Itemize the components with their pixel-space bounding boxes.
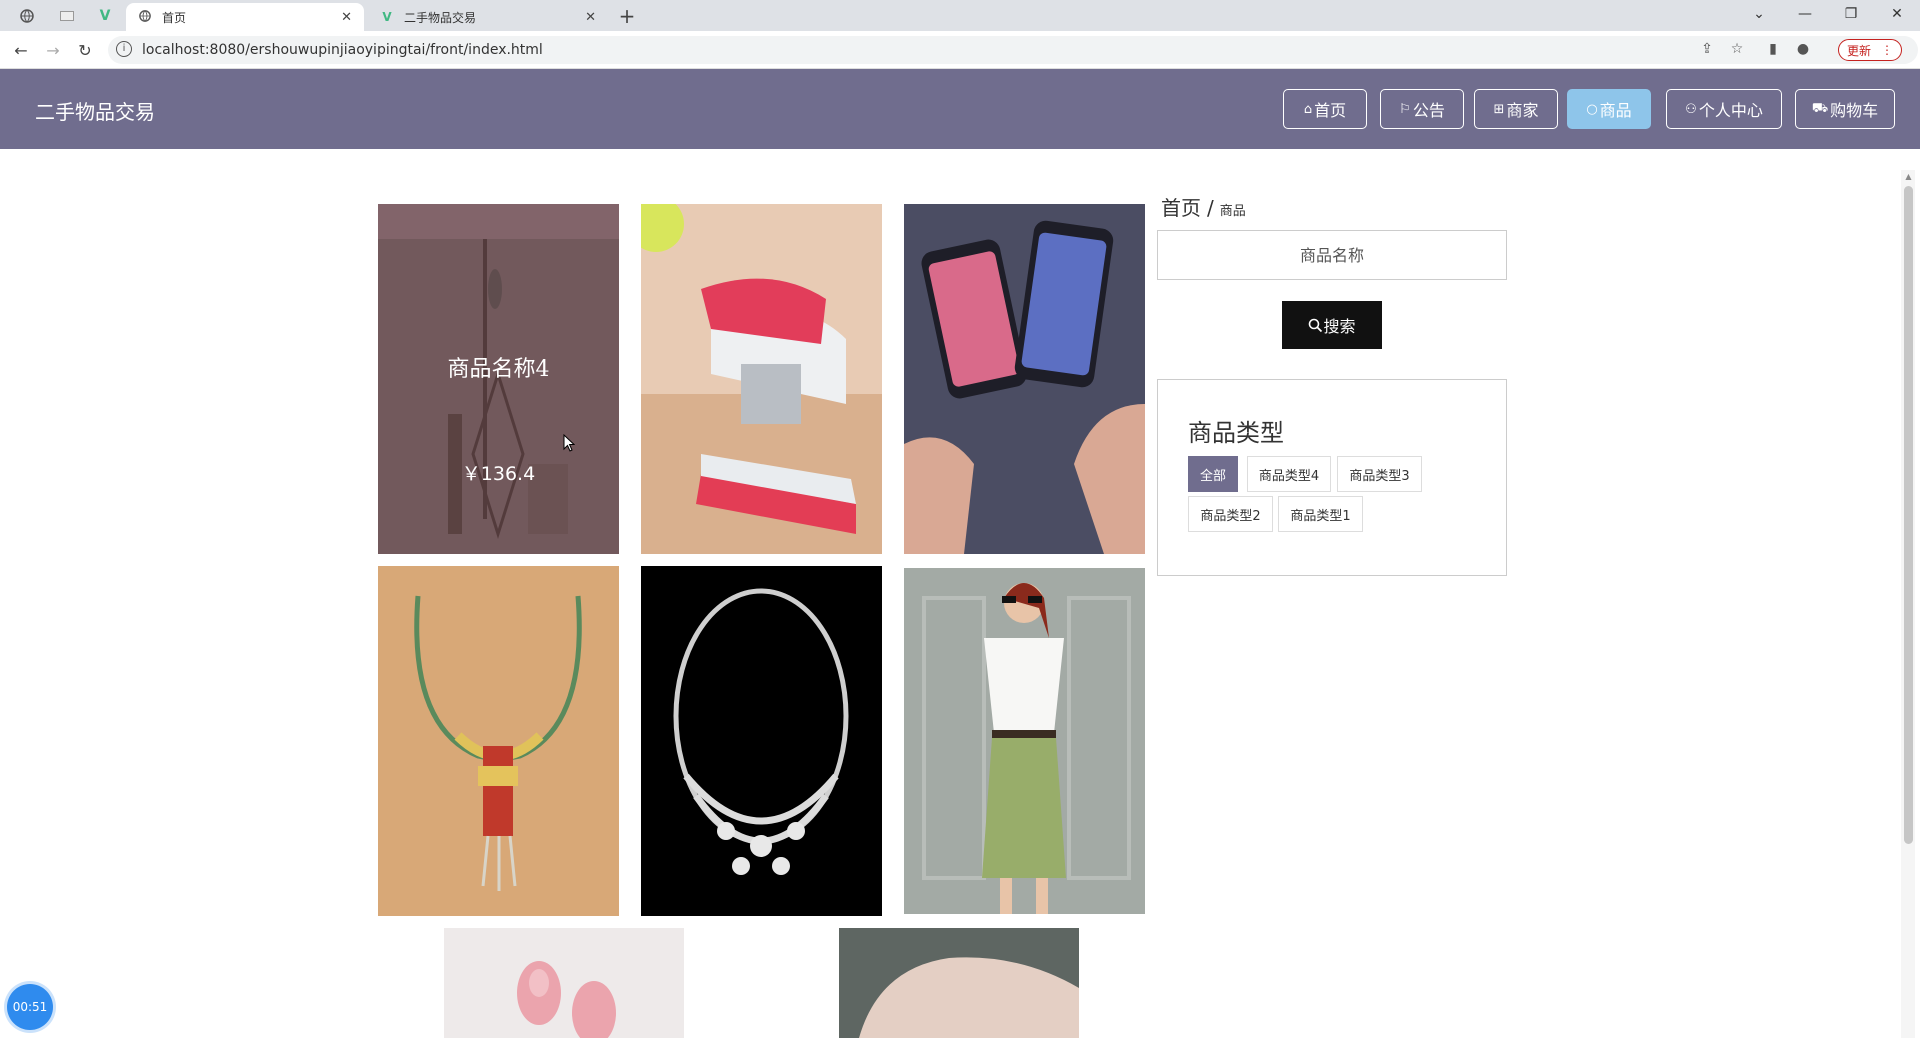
breadcrumb-current: 商品 (1219, 204, 1246, 219)
site-header: 二手物品交易 ⌂ 首页 ⚐ 公告 ⊞ 商家 ○ 商品 ⚇ 个人中心 ⛟ 购物车 (0, 69, 1920, 149)
reload-icon: ↻ (78, 40, 92, 60)
category-chip[interactable]: 商品类型1 (1278, 496, 1363, 532)
product-card[interactable] (904, 204, 1145, 554)
product-price: ￥136.4 (461, 463, 536, 485)
restore-icon: ❐ (1844, 6, 1858, 22)
product-image (839, 928, 1079, 1038)
product-card[interactable] (444, 928, 684, 1038)
tab-search-button[interactable]: ⌄ (1736, 0, 1782, 28)
product-image (378, 566, 619, 916)
restore-button[interactable]: ❐ (1828, 0, 1874, 28)
home-icon: ⌂ (1303, 101, 1313, 117)
site-title: 二手物品交易 (35, 100, 155, 124)
sidebar-icon[interactable]: ▮ (1762, 41, 1784, 59)
tab-title: 二手物品交易 (404, 10, 477, 25)
star-icon[interactable]: ☆ (1726, 41, 1748, 59)
nav-profile[interactable]: ⚇ 个人中心 (1666, 89, 1782, 129)
nav-products[interactable]: ○ 商品 (1567, 89, 1651, 129)
pinned-tab-globe[interactable] (12, 4, 42, 28)
scroll-up-arrow-icon[interactable]: ▲ (1904, 172, 1913, 181)
category-chip[interactable]: 商品类型4 (1247, 456, 1331, 492)
search-input[interactable] (1157, 230, 1507, 280)
tab-home[interactable]: 首页 ✕ (126, 3, 364, 31)
nav-label: 购物车 (1830, 101, 1879, 120)
product-card[interactable] (378, 566, 619, 916)
nav-label: 商品 (1599, 101, 1632, 120)
category-chip-all[interactable]: 全部 (1188, 456, 1238, 492)
new-tab-button[interactable]: + (613, 3, 641, 29)
page-icon (60, 11, 74, 21)
info-icon[interactable]: i (116, 41, 132, 57)
nav-label: 个人中心 (1698, 101, 1763, 120)
browser-tab-bar: V 首页 ✕ V 二手物品交易 ✕ + ⌄ — ❐ ✕ (0, 0, 1920, 31)
search-button[interactable]: 搜索 (1282, 301, 1382, 349)
product-image (641, 566, 882, 916)
page-scrollbar-thumb[interactable] (1904, 186, 1913, 844)
minimize-icon: — (1798, 6, 1812, 22)
product-card[interactable] (641, 204, 882, 554)
nav-merchant[interactable]: ⊞ 商家 (1474, 89, 1558, 129)
url-text: localhost:8080/ershouwupinjiaoyipingtai/… (142, 42, 543, 58)
pinned-tab-blank[interactable] (52, 4, 82, 28)
nav-label: 首页 (1314, 101, 1347, 120)
nav-cart[interactable]: ⛟ 购物车 (1795, 89, 1895, 129)
globe-icon (138, 9, 152, 25)
category-title: 商品类型 (1188, 419, 1284, 447)
nav-label: 商家 (1506, 101, 1539, 120)
category-panel: 商品类型 全部 商品类型4 商品类型3 商品类型2 商品类型1 (1157, 379, 1507, 576)
product-name: 商品名称4 (447, 357, 550, 382)
forward-button[interactable]: → (40, 37, 66, 63)
vue-logo-icon: V (382, 10, 392, 24)
product-card[interactable] (641, 566, 882, 916)
close-window-button[interactable]: ✕ (1874, 0, 1920, 28)
user-icon: ⚇ (1685, 101, 1697, 117)
address-bar[interactable]: i localhost:8080/ershouwupinjiaoyipingta… (108, 36, 1918, 64)
product-card[interactable] (839, 928, 1079, 1038)
product-card[interactable]: 商品名称4 ￥136.4 (378, 204, 619, 554)
product-image (641, 204, 882, 554)
arrow-right-icon: → (46, 40, 60, 60)
search-button-label: 搜索 (1323, 317, 1356, 336)
breadcrumb-separator: / (1207, 196, 1214, 220)
arrow-left-icon: ← (14, 40, 28, 60)
update-button[interactable]: 更新 ⋮ (1838, 39, 1902, 61)
category-chip[interactable]: 商品类型3 (1337, 456, 1422, 492)
tab-secondhand[interactable]: V 二手物品交易 ✕ (368, 3, 608, 31)
cart-icon: ⛟ (1811, 100, 1829, 116)
recording-timer-badge[interactable]: 00:51 (7, 984, 53, 1030)
globe-icon (20, 9, 34, 23)
reload-button[interactable]: ↻ (72, 37, 98, 63)
back-button[interactable]: ← (8, 37, 34, 63)
profile-avatar-icon[interactable]: ● (1792, 41, 1814, 59)
product-image (904, 204, 1145, 554)
flag-icon: ⚐ (1399, 101, 1411, 117)
search-icon (1309, 318, 1323, 332)
minimize-button[interactable]: — (1782, 0, 1828, 28)
tab-title: 首页 (162, 10, 187, 25)
close-icon: ✕ (1891, 6, 1903, 22)
circle-icon: ○ (1586, 101, 1598, 117)
product-hover-overlay: 商品名称4 ￥136.4 (378, 204, 619, 554)
mouse-cursor-icon (563, 434, 575, 452)
nav-notice[interactable]: ⚐ 公告 (1380, 89, 1464, 129)
product-image (444, 928, 684, 1038)
close-icon[interactable]: ✕ (341, 10, 352, 25)
product-card[interactable] (904, 568, 1145, 914)
more-vert-icon: ⋮ (1881, 43, 1893, 57)
chevron-down-icon: ⌄ (1753, 6, 1765, 22)
vue-logo-icon: V (99, 8, 111, 24)
nav-label: 公告 (1412, 101, 1445, 120)
pinned-tab-vue[interactable]: V (90, 4, 120, 28)
browser-toolbar: ← → ↻ i localhost:8080/ershouwupinjiaoyi… (0, 31, 1920, 69)
gift-icon: ⊞ (1493, 101, 1505, 117)
update-label: 更新 (1846, 43, 1871, 58)
category-chip[interactable]: 商品类型2 (1188, 496, 1273, 532)
nav-home[interactable]: ⌂ 首页 (1283, 89, 1367, 129)
breadcrumb-home[interactable]: 首页 (1161, 196, 1201, 220)
product-image (904, 568, 1145, 914)
share-icon[interactable]: ⇪ (1696, 41, 1718, 59)
close-icon[interactable]: ✕ (585, 10, 596, 25)
breadcrumb: 首页 / 商品 (1161, 192, 1246, 221)
